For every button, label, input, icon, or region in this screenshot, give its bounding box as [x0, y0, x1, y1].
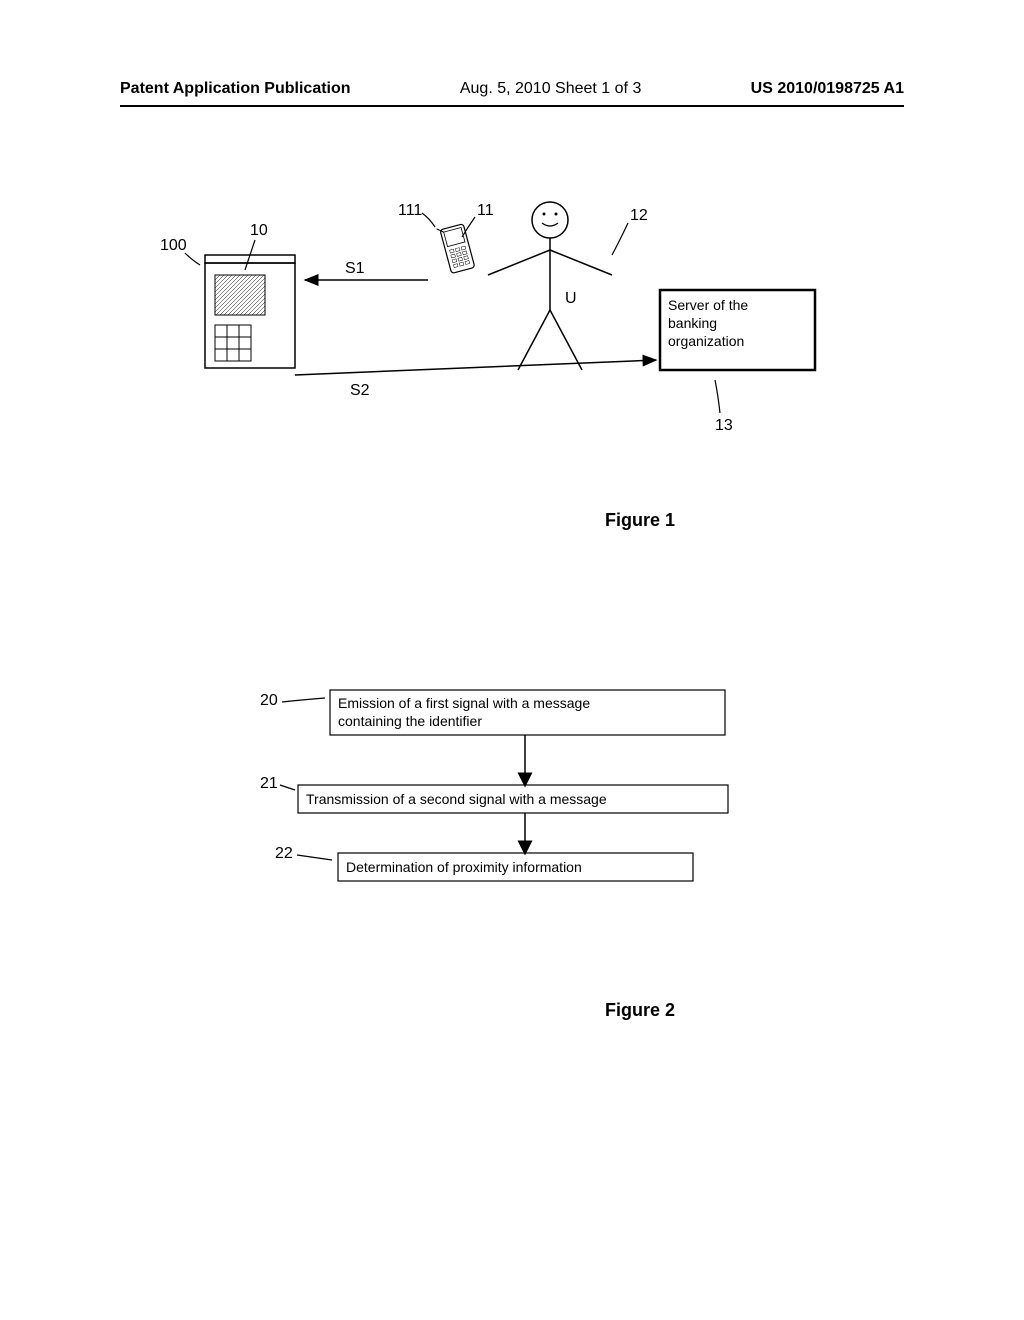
step-20-line2: containing the identifier	[338, 713, 482, 729]
ref-s2: S2	[350, 382, 370, 399]
header-publication: Patent Application Publication	[120, 80, 351, 98]
ref-u: U	[565, 290, 577, 307]
step-22-text: Determination of proximity information	[346, 859, 582, 875]
step-20-line1: Emission of a first signal with a messag…	[338, 695, 590, 711]
ref-11: 11	[477, 202, 494, 219]
ref-10: 10	[250, 222, 268, 239]
figure-2-label: Figure 2	[605, 1000, 675, 1021]
header-divider	[120, 105, 904, 107]
figure-2-diagram: Emission of a first signal with a messag…	[250, 680, 770, 940]
page-header: Patent Application Publication Aug. 5, 2…	[0, 80, 1024, 98]
mobile-phone-icon	[437, 222, 475, 274]
server-box-line3: organization	[668, 333, 744, 349]
step-21-text: Transmission of a second signal with a m…	[306, 791, 607, 807]
header-date-sheet: Aug. 5, 2010 Sheet 1 of 3	[460, 80, 641, 98]
figure-1: 100 10	[140, 195, 860, 485]
user-icon	[488, 202, 612, 370]
terminal-icon	[205, 255, 295, 368]
ref-20: 20	[260, 692, 278, 709]
ref-13: 13	[715, 417, 733, 434]
header-patent-number: US 2010/0198725 A1	[751, 80, 904, 98]
ref-111: 111	[398, 202, 422, 219]
figure-1-label: Figure 1	[605, 510, 675, 531]
server-box-line2: banking	[668, 315, 717, 331]
figure-2: Emission of a first signal with a messag…	[250, 680, 770, 940]
ref-21: 21	[260, 775, 278, 792]
ref-s1: S1	[345, 260, 365, 277]
ref-22: 22	[275, 845, 293, 862]
figure-1-diagram: 100 10	[140, 195, 860, 485]
server-box: Server of the banking organization	[660, 290, 815, 370]
ref-12: 12	[630, 207, 648, 224]
server-box-line1: Server of the	[668, 297, 748, 313]
ref-100: 100	[160, 237, 187, 254]
